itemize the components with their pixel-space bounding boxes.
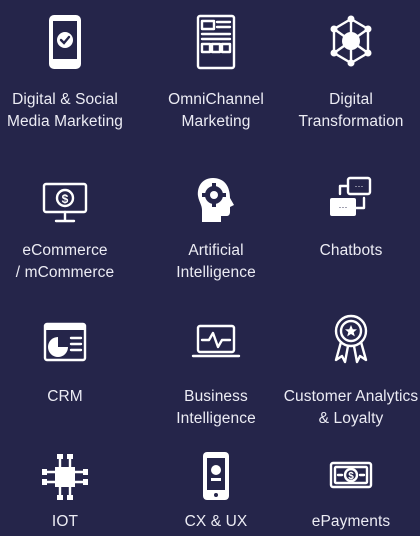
svg-text:···: ··· (339, 202, 348, 212)
mobile-touch-icon (203, 452, 229, 500)
award-ribbon-icon (334, 314, 368, 364)
service-crm: CRM (0, 318, 140, 408)
iot-circuit-icon (42, 454, 88, 500)
service-label: Business Intelligence (176, 388, 256, 427)
service-label: IOT (51, 513, 79, 530)
service-label: Digital Transformation (298, 91, 404, 130)
service-customer-analytics-loyalty: Customer Analytics & Loyalty (276, 310, 420, 430)
svg-text:$: $ (348, 471, 354, 482)
service-label: Digital & Social Media Marketing (6, 91, 124, 130)
omnichannel-layout-icon (196, 14, 236, 70)
service-label: ePayments (311, 513, 391, 530)
service-digital-social-media-marketing: Digital & Social Media Marketing (0, 12, 140, 133)
service-cx-ux: CX & UX (141, 448, 291, 533)
service-artificial-intelligence: Artificial Intelligence (141, 172, 291, 284)
service-label: Chatbots (319, 242, 383, 259)
service-label: CRM (47, 388, 83, 405)
service-omnichannel-marketing: OmniChannel Marketing (141, 12, 291, 133)
crm-chart-icon (43, 322, 87, 362)
head-gear-icon (197, 178, 234, 222)
svg-text:$: $ (62, 192, 69, 206)
chat-bubbles-icon: ··· ··· (330, 176, 372, 216)
service-label: OmniChannel Marketing (168, 91, 264, 130)
network-hub-icon (330, 15, 372, 67)
service-label: Artificial Intelligence (176, 242, 256, 281)
svg-text:···: ··· (355, 181, 364, 191)
services-grid: Digital & Social Media Marketing OmniCha… (0, 0, 420, 536)
laptop-pulse-icon (191, 324, 241, 358)
service-iot: IOT (0, 450, 140, 533)
service-ecommerce-mcommerce: $ eCommerce / mCommerce (0, 172, 140, 284)
service-epayments: $ ePayments (276, 450, 420, 533)
service-business-intelligence: Business Intelligence (141, 318, 291, 430)
service-label: CX & UX (184, 513, 248, 530)
smartphone-check-icon (49, 15, 81, 69)
service-label: Customer Analytics & Loyalty (283, 388, 419, 427)
service-label: eCommerce / mCommerce (15, 242, 115, 281)
banknote-icon: $ (329, 461, 373, 489)
service-digital-transformation: Digital Transformation (276, 12, 420, 133)
service-chatbots: ··· ··· Chatbots (276, 172, 420, 262)
monitor-dollar-icon: $ (42, 182, 88, 223)
